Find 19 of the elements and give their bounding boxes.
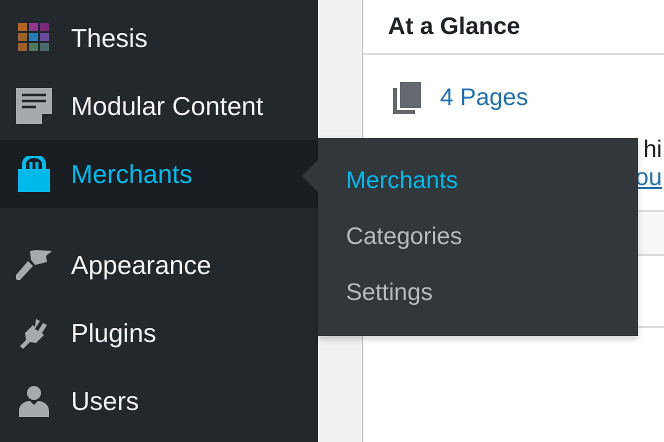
submenu-item[interactable]: Categories: [318, 220, 462, 276]
document-icon: [16, 88, 52, 124]
body-text: hi: [643, 136, 662, 163]
sidebar-item[interactable]: Modular Content: [0, 72, 318, 140]
panel-title: At a Glance: [388, 12, 520, 40]
plug-icon: [18, 317, 50, 349]
sidebar-item[interactable]: Merchants: [0, 140, 318, 208]
sidebar-item[interactable]: Users: [0, 367, 318, 435]
submenu-item[interactable]: Settings: [318, 276, 433, 332]
grid-icon: [18, 23, 50, 53]
sidebar-item[interactable]: Plugins: [0, 299, 318, 367]
submenu-item[interactable]: Merchants: [318, 164, 458, 220]
user-icon: [19, 385, 49, 417]
pages-icon: [393, 82, 421, 114]
sidebar-item[interactable]: Thesis: [0, 4, 318, 72]
pages-link[interactable]: 4 Pages: [440, 84, 528, 112]
sidebar-item[interactable]: Appearance: [0, 231, 318, 299]
shopping-bag-icon: [18, 156, 50, 192]
paintbrush-icon: [16, 249, 52, 281]
